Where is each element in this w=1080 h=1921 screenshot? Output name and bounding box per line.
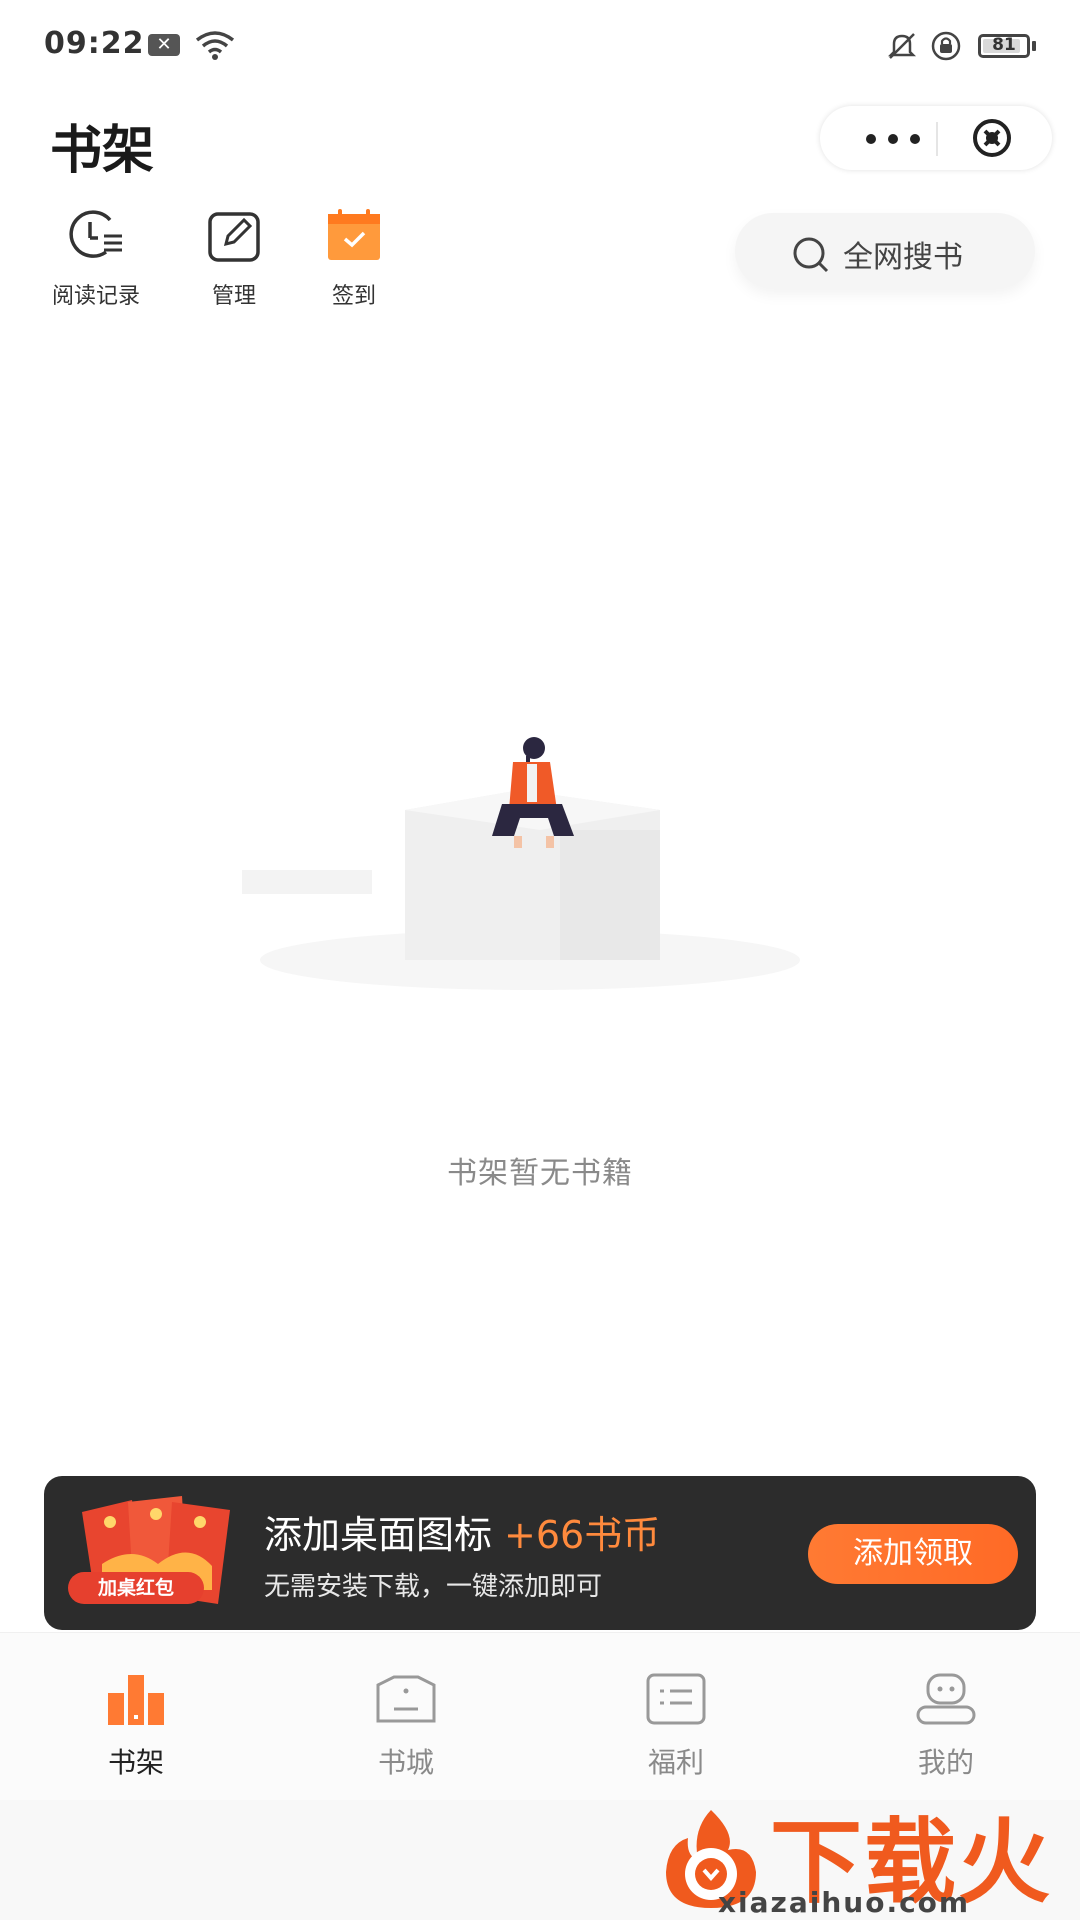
battery-icon: 81 bbox=[978, 34, 1030, 58]
bell-off-icon bbox=[887, 33, 917, 59]
claim-button[interactable]: 添加领取 bbox=[808, 1524, 1018, 1584]
status-time: 09:22 bbox=[44, 26, 145, 61]
checkin-button[interactable]: 签到 bbox=[294, 208, 414, 310]
banner-subtitle: 无需安装下载，一键添加即可 bbox=[264, 1572, 603, 1602]
mini-program-capsule bbox=[820, 106, 1052, 170]
add-to-desktop-banner[interactable]: 加桌红包 添加桌面图标 +66书币 无需安装下载，一键添加即可 添加领取 bbox=[44, 1476, 1036, 1630]
calendar-check-icon bbox=[328, 209, 380, 260]
close-circle-icon[interactable] bbox=[970, 116, 1014, 160]
search-books-button[interactable]: 全网搜书 bbox=[735, 213, 1035, 289]
tab-welfare[interactable]: 福利 bbox=[596, 1671, 756, 1781]
tab-bookstore-label: 书城 bbox=[377, 1746, 434, 1779]
lock-rotation-icon bbox=[931, 31, 961, 61]
red-packet-badge: 加桌红包 bbox=[68, 1572, 204, 1604]
tab-bookshelf[interactable]: 书架 bbox=[56, 1671, 216, 1781]
battery-level: 81 bbox=[992, 35, 1016, 55]
welfare-icon bbox=[646, 1673, 706, 1725]
banner-title: 添加桌面图标 +66书币 bbox=[264, 1504, 660, 1559]
search-label: 全网搜书 bbox=[843, 240, 963, 275]
empty-shelf-message: 书架暂无书籍 bbox=[447, 1156, 633, 1191]
banner-title-text: 添加桌面图标 bbox=[264, 1513, 493, 1557]
manage-label: 管理 bbox=[211, 284, 256, 309]
wifi-icon bbox=[195, 31, 235, 60]
tab-bookstore[interactable]: 书城 bbox=[326, 1671, 486, 1781]
status-bar: 09:22 ✕ 81 bbox=[0, 0, 1080, 92]
search-icon bbox=[793, 237, 829, 273]
bookstore-icon bbox=[376, 1675, 436, 1723]
notification-close-icon: ✕ bbox=[148, 34, 180, 56]
tab-bookshelf-label: 书架 bbox=[107, 1746, 164, 1779]
battery-nub bbox=[1032, 41, 1036, 51]
capsule-divider bbox=[936, 122, 938, 156]
banner-coins: +66书币 bbox=[504, 1513, 661, 1557]
clock-list-icon bbox=[69, 210, 122, 258]
bottom-tab-bar: 书架 书城 福利 我的 bbox=[0, 1632, 1080, 1801]
reading-history-button[interactable]: 阅读记录 bbox=[36, 208, 156, 310]
checkin-label: 签到 bbox=[331, 284, 376, 309]
more-button[interactable] bbox=[848, 106, 940, 170]
empty-shelf-illustration bbox=[242, 737, 800, 990]
watermark: 下载火 xiazaihuo.com bbox=[640, 1782, 1080, 1920]
tab-profile-label: 我的 bbox=[917, 1746, 974, 1779]
edit-icon bbox=[208, 212, 260, 262]
tab-profile[interactable]: 我的 bbox=[866, 1671, 1026, 1781]
tab-welfare-label: 福利 bbox=[647, 1746, 704, 1779]
reading-history-label: 阅读记录 bbox=[51, 284, 140, 309]
profile-icon bbox=[916, 1673, 976, 1725]
manage-button[interactable]: 管理 bbox=[174, 208, 294, 310]
watermark-url: xiazaihuo.com bbox=[718, 1886, 971, 1919]
bookshelf-icon bbox=[108, 1675, 164, 1725]
page-title: 书架 bbox=[50, 121, 155, 181]
